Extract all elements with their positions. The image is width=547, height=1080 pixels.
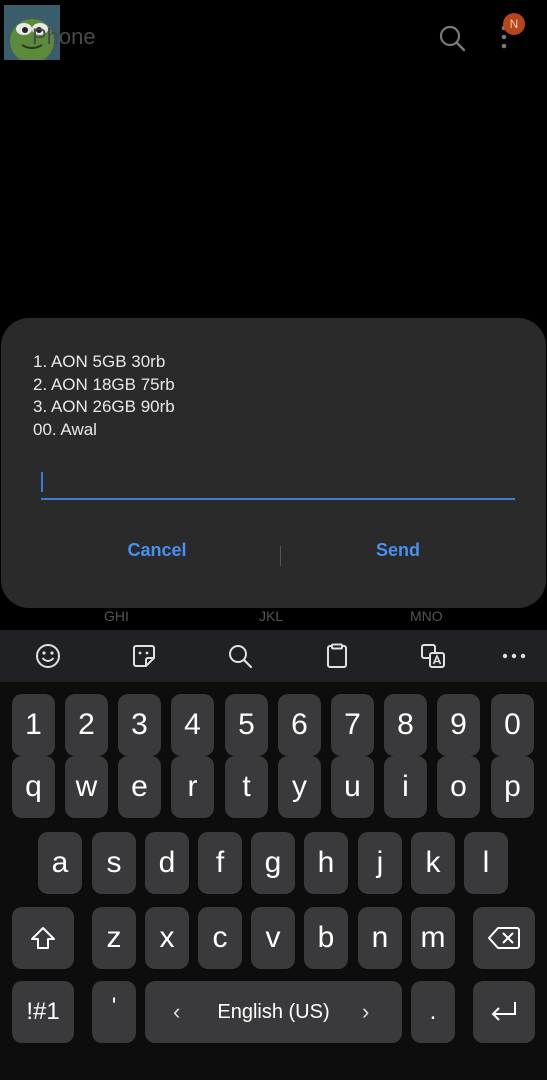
sticker-icon[interactable] bbox=[130, 642, 158, 670]
search-icon[interactable] bbox=[436, 22, 468, 54]
key-z[interactable]: z bbox=[92, 907, 136, 969]
key-9[interactable]: 9 bbox=[437, 694, 480, 756]
search-icon[interactable] bbox=[226, 642, 254, 670]
key-g[interactable]: g bbox=[251, 832, 295, 894]
app-title: Phone bbox=[32, 24, 96, 49]
message-line: 2. AON 18GB 75rb bbox=[33, 374, 175, 394]
key-3[interactable]: 3 bbox=[118, 694, 161, 756]
language-label: English (US) bbox=[217, 1000, 330, 1023]
send-button[interactable]: Send bbox=[323, 540, 473, 561]
symbols-key[interactable]: !#1 bbox=[12, 981, 74, 1043]
cursor-right-icon[interactable]: › bbox=[362, 999, 369, 1025]
cancel-button[interactable]: Cancel bbox=[82, 540, 232, 561]
key-i[interactable]: i bbox=[384, 756, 427, 818]
key-e[interactable]: e bbox=[118, 756, 161, 818]
key-s[interactable]: s bbox=[92, 832, 136, 894]
message-line: 00. Awal bbox=[33, 419, 97, 439]
key-v[interactable]: v bbox=[251, 907, 295, 969]
key-0[interactable]: 0 bbox=[491, 694, 534, 756]
key-4[interactable]: 4 bbox=[171, 694, 214, 756]
cursor-left-icon[interactable]: ‹ bbox=[173, 999, 180, 1025]
key-u[interactable]: u bbox=[331, 756, 374, 818]
key-5[interactable]: 5 bbox=[225, 694, 268, 756]
clipboard-icon[interactable] bbox=[323, 642, 351, 670]
translate-icon[interactable] bbox=[419, 642, 447, 670]
key-j[interactable]: j bbox=[358, 832, 402, 894]
key-p[interactable]: p bbox=[491, 756, 534, 818]
key-f[interactable]: f bbox=[198, 832, 242, 894]
notification-badge: N bbox=[503, 13, 525, 35]
app-bar: Phone N bbox=[0, 0, 547, 72]
space-key[interactable]: ‹ English (US) › bbox=[145, 981, 402, 1043]
shift-key[interactable] bbox=[12, 907, 74, 969]
keyboard: 1 2 3 4 5 6 7 8 9 0 q w e r t y u i o p … bbox=[0, 682, 547, 1080]
key-h[interactable]: h bbox=[304, 832, 348, 894]
key-l[interactable]: l bbox=[464, 832, 508, 894]
enter-icon bbox=[491, 1002, 516, 1021]
ussd-message: 1. AON 5GB 30rb 2. AON 18GB 75rb 3. AON … bbox=[33, 351, 175, 441]
dialpad-hint-ghi: GHI bbox=[104, 608, 129, 624]
key-8[interactable]: 8 bbox=[384, 694, 427, 756]
key-o[interactable]: o bbox=[437, 756, 480, 818]
key-d[interactable]: d bbox=[145, 832, 189, 894]
key-n[interactable]: n bbox=[358, 907, 402, 969]
dialpad-hint-mno: MNO bbox=[410, 608, 443, 624]
ussd-dialog: 1. AON 5GB 30rb 2. AON 18GB 75rb 3. AON … bbox=[1, 318, 546, 608]
key-7[interactable]: 7 bbox=[331, 694, 374, 756]
key-t[interactable]: t bbox=[225, 756, 268, 818]
emoji-icon[interactable] bbox=[34, 642, 62, 670]
key-w[interactable]: w bbox=[65, 756, 108, 818]
key-2[interactable]: 2 bbox=[65, 694, 108, 756]
more-icon[interactable] bbox=[500, 642, 528, 670]
key-b[interactable]: b bbox=[304, 907, 348, 969]
key-1[interactable]: 1 bbox=[12, 694, 55, 756]
keyboard-toolbar bbox=[0, 630, 547, 682]
apostrophe-key[interactable]: ' bbox=[92, 981, 136, 1043]
key-k[interactable]: k bbox=[411, 832, 455, 894]
apostrophe-label: ' bbox=[111, 993, 117, 1020]
key-y[interactable]: y bbox=[278, 756, 321, 818]
key-m[interactable]: m bbox=[411, 907, 455, 969]
message-line: 3. AON 26GB 90rb bbox=[33, 397, 175, 416]
key-q[interactable]: q bbox=[12, 756, 55, 818]
button-divider bbox=[280, 546, 281, 566]
period-key[interactable]: . bbox=[411, 981, 455, 1043]
key-6[interactable]: 6 bbox=[278, 694, 321, 756]
dialpad-hint-jkl: JKL bbox=[259, 608, 284, 624]
shift-icon bbox=[31, 927, 55, 949]
text-cursor bbox=[41, 472, 43, 492]
ussd-reply-input[interactable] bbox=[41, 468, 515, 500]
backspace-key[interactable] bbox=[473, 907, 535, 969]
key-a[interactable]: a bbox=[38, 832, 82, 894]
backspace-icon bbox=[488, 927, 520, 949]
key-r[interactable]: r bbox=[171, 756, 214, 818]
message-line: 1. AON 5GB 30rb bbox=[33, 352, 166, 371]
enter-key[interactable] bbox=[473, 981, 535, 1043]
key-c[interactable]: c bbox=[198, 907, 242, 969]
key-x[interactable]: x bbox=[145, 907, 189, 969]
